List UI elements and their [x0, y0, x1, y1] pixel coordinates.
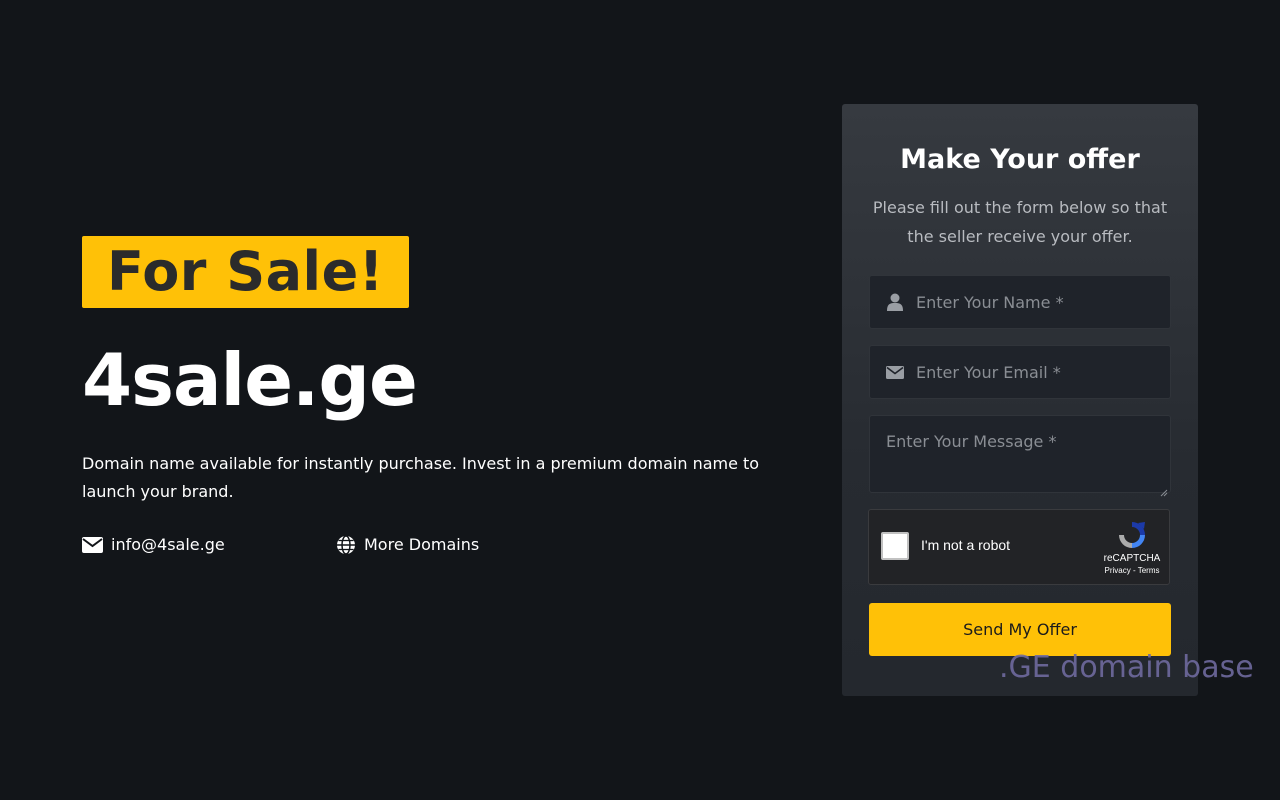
email-field: [869, 345, 1171, 399]
recaptcha-checkbox[interactable]: [881, 532, 909, 560]
email-input[interactable]: [916, 346, 1170, 398]
envelope-icon: [82, 534, 103, 555]
message-field: [869, 415, 1171, 497]
globe-icon: [335, 534, 356, 555]
recaptcha-label: I'm not a robot: [921, 537, 1011, 553]
domain-name-heading: 4sale.ge: [82, 338, 418, 422]
name-input[interactable]: [916, 276, 1170, 328]
email-text: info@4sale.ge: [111, 535, 225, 554]
for-sale-badge: For Sale!: [82, 236, 409, 308]
recaptcha-brand: reCAPTCHA: [1103, 553, 1161, 564]
domain-base-watermark: .GE domain base: [999, 650, 1254, 685]
more-domains-text: More Domains: [364, 535, 480, 554]
message-textarea[interactable]: [870, 416, 1170, 492]
domain-description: Domain name available for instantly purc…: [82, 454, 760, 501]
resize-grip-icon[interactable]: [1160, 482, 1168, 497]
recaptcha-logo: reCAPTCHA Privacy - Terms: [1101, 519, 1163, 575]
offer-title: Make Your offer: [900, 144, 1140, 175]
offer-subtitle: Please fill out the form below so that t…: [872, 198, 1168, 246]
offer-card: Make Your offer Please fill out the form…: [842, 104, 1198, 696]
hero-section: For Sale! 4sale.ge Domain name available…: [82, 236, 782, 555]
envelope-icon: [886, 363, 904, 381]
page: For Sale! 4sale.ge Domain name available…: [0, 0, 1280, 800]
recaptcha-icon: [1116, 519, 1148, 551]
more-domains-link[interactable]: More Domains: [335, 534, 479, 555]
send-offer-button[interactable]: Send My Offer: [869, 603, 1171, 656]
recaptcha-privacy-terms-link[interactable]: Privacy - Terms: [1101, 566, 1163, 575]
contact-row: info@4sale.ge More Domains: [82, 534, 782, 555]
user-icon: [886, 293, 904, 311]
name-field: [869, 275, 1171, 329]
recaptcha-widget: I'm not a robot reCAPTCHA Privacy - Term…: [868, 509, 1170, 585]
email-link[interactable]: info@4sale.ge: [82, 534, 335, 555]
